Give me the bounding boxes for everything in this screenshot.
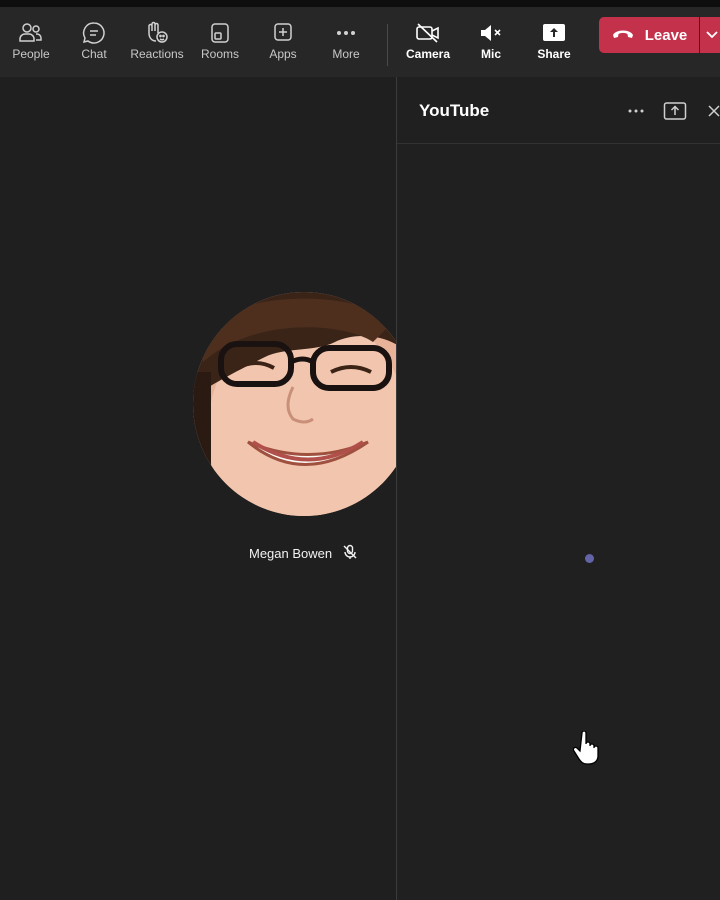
camera-off-icon	[415, 21, 441, 45]
pop-out-share-icon[interactable]	[662, 99, 688, 123]
participant-name-row: Megan Bowen	[249, 544, 358, 563]
mic-muted-icon	[342, 544, 358, 563]
share-label: Share	[537, 47, 571, 61]
chevron-down-icon	[706, 26, 718, 44]
participant-name: Megan Bowen	[249, 546, 333, 561]
loading-spinner	[585, 554, 594, 563]
participant-tile	[0, 0, 396, 900]
share-screen-icon	[541, 21, 567, 45]
leave-options-button[interactable]	[700, 17, 720, 53]
mic-button[interactable]: Mic	[461, 7, 521, 77]
participant-avatar	[193, 292, 396, 516]
close-icon[interactable]	[701, 99, 720, 123]
share-button[interactable]: Share	[524, 7, 584, 77]
leave-button[interactable]: Leave	[599, 17, 699, 53]
speaker-muted-icon	[478, 21, 504, 45]
hang-up-icon	[611, 26, 635, 45]
mic-label: Mic	[480, 47, 501, 61]
leave-label: Leave	[644, 26, 688, 44]
camera-button[interactable]: Camera	[398, 7, 458, 77]
panel-title: YouTube	[419, 101, 490, 120]
youtube-side-panel: YouTube	[397, 77, 720, 900]
camera-label: Camera	[405, 47, 451, 61]
panel-more-options-icon[interactable]	[623, 99, 649, 123]
hand-pointer-cursor-icon	[572, 730, 599, 765]
panel-header: YouTube	[397, 77, 720, 144]
